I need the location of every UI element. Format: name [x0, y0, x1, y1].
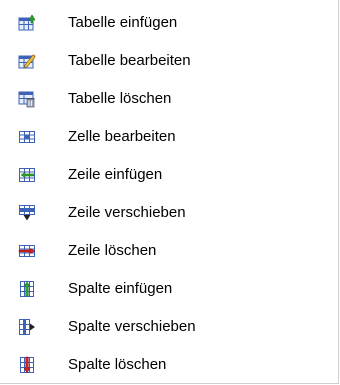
menu-item-spalte-einfuegen[interactable]: Spalte einfügen — [0, 270, 338, 308]
cell-edit-icon — [18, 128, 36, 146]
menu-item-tabelle-bearbeiten[interactable]: Tabelle bearbeiten — [0, 42, 338, 80]
table-insert-icon — [18, 14, 36, 32]
row-delete-icon — [18, 242, 36, 260]
menu-item-spalte-loeschen[interactable]: Spalte löschen — [0, 346, 338, 384]
row-move-icon — [18, 204, 36, 222]
menu-item-label: Tabelle löschen — [68, 90, 172, 107]
menu-item-tabelle-einfuegen[interactable]: Tabelle einfügen — [0, 4, 338, 42]
menu-item-zeile-loeschen[interactable]: Zeile löschen — [0, 232, 338, 270]
menu-item-label: Spalte verschieben — [68, 318, 196, 335]
table-delete-icon — [18, 90, 36, 108]
menu-item-label: Zeile verschieben — [68, 204, 186, 221]
context-menu: Tabelle einfügen Tabelle bearbeiten Tabe… — [0, 0, 339, 384]
menu-item-label: Zelle bearbeiten — [68, 128, 176, 145]
column-move-icon — [18, 318, 36, 336]
table-edit-icon — [18, 52, 36, 70]
menu-item-label: Tabelle einfügen — [68, 14, 178, 31]
column-delete-icon — [18, 356, 36, 374]
menu-item-zeile-verschieben[interactable]: Zeile verschieben — [0, 194, 338, 232]
menu-item-label: Tabelle bearbeiten — [68, 52, 191, 69]
row-insert-icon — [18, 166, 36, 184]
menu-item-label: Spalte einfügen — [68, 280, 173, 297]
menu-item-label: Zeile einfügen — [68, 166, 163, 183]
menu-item-label: Zeile löschen — [68, 242, 157, 259]
menu-item-spalte-verschieben[interactable]: Spalte verschieben — [0, 308, 338, 346]
menu-item-zelle-bearbeiten[interactable]: Zelle bearbeiten — [0, 118, 338, 156]
menu-item-tabelle-loeschen[interactable]: Tabelle löschen — [0, 80, 338, 118]
column-insert-icon — [18, 280, 36, 298]
menu-item-zeile-einfuegen[interactable]: Zeile einfügen — [0, 156, 338, 194]
menu-item-label: Spalte löschen — [68, 356, 167, 373]
